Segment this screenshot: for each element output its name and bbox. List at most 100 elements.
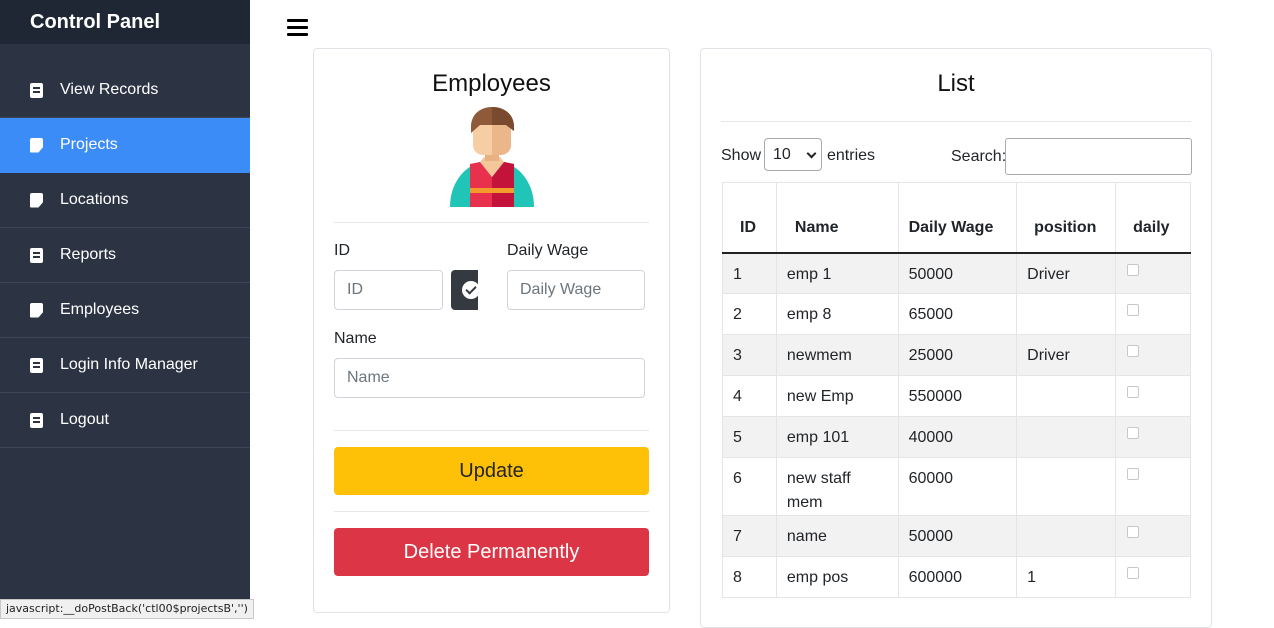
sidebar-item-employees[interactable]: Employees	[0, 283, 250, 338]
table-cell-position	[1017, 376, 1116, 417]
sidebar-item-login-info-manager[interactable]: Login Info Manager	[0, 338, 250, 393]
table-cell-name: new Emp	[776, 376, 898, 417]
table-cell-id: 3	[723, 335, 777, 376]
table-cell-name: emp 101	[776, 417, 898, 458]
sidebar-item-view-records[interactable]: View Records	[0, 63, 250, 118]
sidebar-item-reports[interactable]: Reports	[0, 228, 250, 283]
check-circle-icon	[462, 281, 478, 299]
sidebar-title: Control Panel	[0, 0, 250, 44]
form-divider	[334, 222, 649, 223]
table-cell-id: 8	[723, 557, 777, 598]
sidebar-item-logout[interactable]: Logout	[0, 393, 250, 448]
table-row[interactable]: 3newmem25000Driver	[723, 335, 1191, 376]
sidebar-item-projects[interactable]: Projects	[0, 118, 250, 173]
delete-permanently-button[interactable]: Delete Permanently	[334, 528, 649, 576]
daily-checkbox[interactable]	[1127, 386, 1139, 398]
table-cell-name: emp pos	[776, 557, 898, 598]
daily-wage-label: Daily Wage	[507, 242, 588, 260]
search-input[interactable]	[1005, 138, 1192, 175]
id-label: ID	[334, 242, 350, 260]
list-title: List	[701, 70, 1211, 98]
entries-select[interactable]: 10	[764, 138, 822, 171]
search-label: Search:	[951, 148, 1006, 166]
table-cell-position	[1017, 417, 1116, 458]
daily-checkbox[interactable]	[1127, 526, 1139, 538]
id-check-button[interactable]	[451, 270, 478, 310]
table-cell-name: emp 8	[776, 294, 898, 335]
document-icon	[30, 83, 43, 98]
entries-select-value: 10	[773, 146, 791, 164]
note-icon	[30, 193, 43, 208]
hamburger-menu-icon[interactable]	[287, 19, 308, 37]
table-cell-wage: 60000	[898, 458, 1017, 516]
table-cell-daily	[1116, 294, 1191, 335]
daily-checkbox[interactable]	[1127, 468, 1139, 480]
table-cell-id: 4	[723, 376, 777, 417]
table-row[interactable]: 6new staff mem60000	[723, 458, 1191, 516]
table-cell-daily	[1116, 335, 1191, 376]
update-button[interactable]: Update	[334, 447, 649, 495]
table-cell-id: 6	[723, 458, 777, 516]
table-cell-name: emp 1	[776, 253, 898, 294]
sidebar: Control Panel View Records Projects Loca…	[0, 0, 250, 619]
table-row[interactable]: 1emp 150000Driver	[723, 253, 1191, 294]
daily-checkbox[interactable]	[1127, 264, 1139, 276]
daily-checkbox[interactable]	[1127, 345, 1139, 357]
column-header-name[interactable]: Name	[776, 183, 898, 253]
sidebar-item-label: View Records	[60, 81, 158, 99]
table-cell-position: 1	[1017, 557, 1116, 598]
table-row[interactable]: 2emp 865000	[723, 294, 1191, 335]
chevron-down-icon	[807, 149, 817, 159]
name-label: Name	[334, 330, 377, 348]
column-header-daily[interactable]: daily	[1116, 183, 1191, 253]
daily-checkbox[interactable]	[1127, 304, 1139, 316]
table-cell-wage: 600000	[898, 557, 1017, 598]
daily-wage-input[interactable]: Daily Wage	[507, 270, 645, 310]
table-row[interactable]: 7name50000	[723, 516, 1191, 557]
table-cell-wage: 50000	[898, 516, 1017, 557]
entries-label: entries	[827, 147, 875, 165]
table-cell-name: new staff mem	[776, 458, 898, 516]
table-cell-daily	[1116, 253, 1191, 294]
table-row[interactable]: 5emp 10140000	[723, 417, 1191, 458]
table-cell-position: Driver	[1017, 335, 1116, 376]
table-row[interactable]: 4new Emp550000	[723, 376, 1191, 417]
column-header-daily-wage[interactable]: Daily Wage	[898, 183, 1017, 253]
table-cell-name: name	[776, 516, 898, 557]
table-row[interactable]: 8emp pos6000001	[723, 557, 1191, 598]
sidebar-item-label: Locations	[60, 191, 129, 209]
table-cell-daily	[1116, 458, 1191, 516]
sidebar-item-locations[interactable]: Locations	[0, 173, 250, 228]
employees-table: ID Name Daily Wage position daily 1emp 1…	[722, 182, 1191, 598]
document-icon	[30, 358, 43, 373]
document-icon	[30, 248, 43, 263]
daily-checkbox[interactable]	[1127, 427, 1139, 439]
form-divider	[334, 430, 649, 431]
table-cell-position	[1017, 516, 1116, 557]
table-cell-wage: 550000	[898, 376, 1017, 417]
sidebar-menu: View Records Projects Locations Reports …	[0, 63, 250, 448]
employee-list-card: List Show 10 entries Search: ID Name Dai…	[700, 48, 1212, 628]
table-cell-daily	[1116, 417, 1191, 458]
table-cell-position	[1017, 458, 1116, 516]
column-header-id[interactable]: ID	[723, 183, 777, 253]
name-input[interactable]: Name	[334, 358, 645, 398]
table-cell-wage: 40000	[898, 417, 1017, 458]
table-header-row: ID Name Daily Wage position daily	[723, 183, 1191, 253]
id-input[interactable]: ID	[334, 270, 443, 310]
table-cell-wage: 65000	[898, 294, 1017, 335]
sidebar-item-label: Employees	[60, 301, 139, 319]
document-icon	[30, 413, 43, 428]
column-header-position[interactable]: position	[1017, 183, 1116, 253]
daily-checkbox[interactable]	[1127, 567, 1139, 579]
employee-avatar	[442, 105, 542, 207]
table-cell-daily	[1116, 557, 1191, 598]
show-label: Show	[721, 147, 761, 165]
table-cell-position: Driver	[1017, 253, 1116, 294]
table-cell-id: 1	[723, 253, 777, 294]
table-cell-id: 7	[723, 516, 777, 557]
table-cell-wage: 25000	[898, 335, 1017, 376]
table-cell-daily	[1116, 376, 1191, 417]
browser-status-bar: javascript:__doPostBack('ctl00$projectsB…	[0, 599, 254, 619]
sidebar-item-label: Reports	[60, 246, 116, 264]
